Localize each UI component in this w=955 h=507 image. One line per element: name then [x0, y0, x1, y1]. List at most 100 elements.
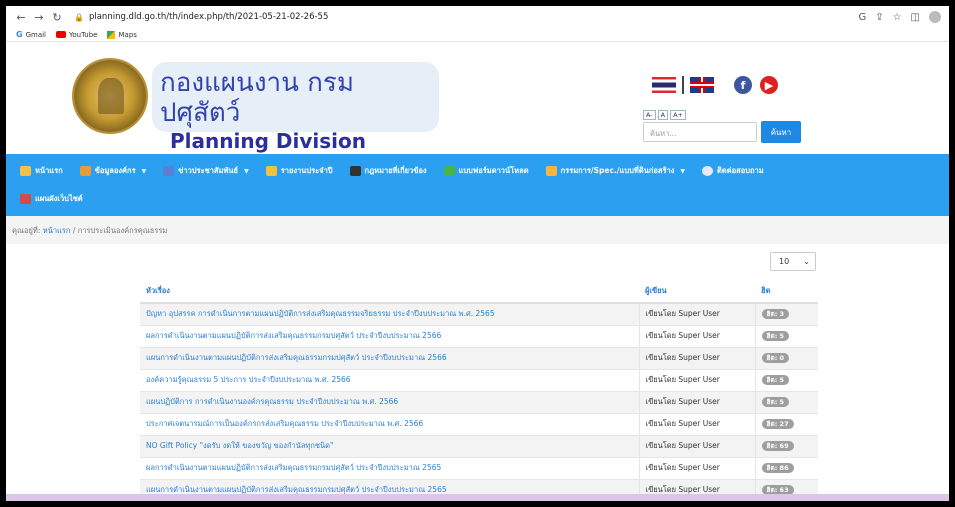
language-switcher: f ▶ — [652, 76, 778, 94]
article-author: เขียนโดย Super User — [638, 368, 755, 391]
header-author[interactable]: ผู้เขียน — [639, 280, 755, 304]
table-row: NO Gift Policy "งดรับ งดให้ ของขวัญ ของก… — [140, 434, 818, 457]
download-icon — [443, 166, 455, 176]
search-input[interactable]: ค้นหา... — [643, 122, 757, 142]
table-row: ปัญหา อุปสรรค การดำเนินการตามแผนปฏิบัติก… — [140, 302, 818, 325]
chevron-down-icon: ▼ — [141, 167, 147, 175]
article-title-cell: แผนปฏิบัติการ การดำเนินงานองค์กรคุณธรรม … — [140, 390, 639, 413]
nav-item-organization[interactable]: ข้อมูลองค์กร ▼ — [79, 165, 147, 177]
table-row: แผนการดำเนินงานตามแผนปฏิบัติการส่งเสริมค… — [140, 346, 818, 369]
site-header: กองแผนงาน กรมปศุสัตว์ Planning Division … — [6, 42, 949, 154]
article-author: เขียนโดย Super User — [638, 434, 755, 457]
profile-avatar[interactable] — [929, 11, 941, 23]
article-author: เขียนโดย Super User — [638, 456, 755, 479]
article-title-link[interactable]: แผนการดำเนินงานตามแผนปฏิบัติการส่งเสริมค… — [146, 485, 447, 494]
article-title-cell: NO Gift Policy "งดรับ งดให้ ของขวัญ ของก… — [140, 434, 639, 457]
bookmarks-bar: G Gmail YouTube Maps — [6, 28, 949, 42]
reload-icon[interactable]: ↻ — [50, 11, 64, 24]
department-seal-logo[interactable] — [72, 58, 148, 134]
sidepanel-icon[interactable]: ◫ — [911, 12, 920, 23]
per-page-value: 10 — [779, 257, 790, 266]
law-icon — [349, 166, 361, 176]
article-hits-cell: ฮิต: 5 — [754, 390, 818, 413]
table-row: ประกาศเจตนารมณ์การเป็นองค์กรกรส่งเสริมคุ… — [140, 412, 818, 435]
per-page-select[interactable]: 10 ⌄ — [770, 252, 816, 271]
star-icon[interactable]: ☆ — [893, 12, 902, 23]
article-title-cell: แผนการดำเนินงานตามแผนปฏิบัติการส่งเสริมค… — [140, 346, 639, 369]
nav-item-download-forms[interactable]: แบบฟอร์มดาวน์โหลด — [443, 165, 529, 177]
article-title-link[interactable]: ประกาศเจตนารมณ์การเป็นองค์กรกรส่งเสริมคุ… — [146, 419, 423, 428]
nav-item-sitemap[interactable]: แผนผังเว็บไซต์ — [20, 193, 83, 205]
font-increase-button[interactable]: A+ — [670, 110, 687, 120]
sitemap-icon — [20, 194, 31, 204]
font-decrease-button[interactable]: A- — [643, 110, 656, 120]
site-title-th: กองแผนงาน กรมปศุสัตว์ — [160, 68, 354, 128]
report-icon — [265, 166, 277, 176]
main-navigation: หน้าแรก ข้อมูลองค์กร ▼ ข่าวประชาสัมพันธ์ ▼… — [6, 154, 949, 216]
article-title-cell: ผลการดำเนินงานตามแผนปฏิบัติการส่งเสริมคุ… — [140, 456, 639, 479]
nav-item-home[interactable]: หน้าแรก — [20, 165, 63, 177]
home-icon — [20, 166, 31, 176]
table-row: แผนปฏิบัติการ การดำเนินงานองค์กรคุณธรรม … — [140, 390, 818, 413]
nav-item-committee-spec[interactable]: กรรมการ/Spec./แบบที่ดินก่อสร้าง ▼ — [545, 165, 685, 177]
back-icon[interactable]: ← — [14, 11, 28, 24]
hits-badge: ฮิต: 69 — [761, 441, 794, 451]
article-hits-cell: ฮิต: 0 — [754, 346, 818, 369]
article-title-link[interactable]: NO Gift Policy "งดรับ งดให้ ของขวัญ ของก… — [146, 441, 333, 450]
article-author: เขียนโดย Super User — [638, 324, 755, 347]
url-field[interactable]: 🔒 planning.dld.go.th/th/index.php/th/202… — [74, 12, 328, 22]
article-title-cell: ปัญหา อุปสรรค การดำเนินการตามแผนปฏิบัติก… — [140, 302, 639, 325]
thai-flag-icon[interactable] — [652, 77, 676, 93]
breadcrumb-separator: / — [72, 226, 76, 235]
article-hits-cell: ฮิต: 5 — [754, 368, 818, 391]
article-table: หัวเรื่อง ผู้เขียน ฮิต ปัญหา อุปสรรค การ… — [140, 280, 818, 501]
building-icon — [545, 166, 557, 176]
article-hits-cell: ฮิต: 27 — [754, 412, 818, 435]
font-size-controls: A- A A+ — [643, 110, 687, 120]
article-title-link[interactable]: ผลการดำเนินงานตามแผนปฏิบัติการส่งเสริมคุ… — [146, 463, 441, 472]
nav-item-laws[interactable]: กฎหมายที่เกี่ยวข้อง — [349, 165, 427, 177]
article-list: 10 ⌄ หัวเรื่อง ผู้เขียน ฮิต ปัญหา อุปสรร… — [6, 244, 949, 501]
people-icon — [79, 166, 91, 176]
divider — [682, 76, 684, 94]
article-title-link[interactable]: แผนปฏิบัติการ การดำเนินงานองค์กรคุณธรรม … — [146, 397, 398, 406]
page-footer-strip — [6, 494, 949, 501]
browser-window: ← → ↻ 🔒 planning.dld.go.th/th/index.php/… — [6, 6, 949, 501]
article-hits-cell: ฮิต: 3 — [754, 302, 818, 325]
address-bar: ← → ↻ 🔒 planning.dld.go.th/th/index.php/… — [6, 6, 949, 28]
header-title[interactable]: หัวเรื่อง — [140, 280, 639, 304]
nav-item-contact[interactable]: ติดต่อสอบถาม — [702, 165, 764, 177]
search-button[interactable]: ค้นหา — [761, 121, 801, 143]
hits-badge: ฮิต: 0 — [761, 353, 790, 363]
forward-icon[interactable]: → — [32, 11, 46, 24]
uk-flag-icon[interactable] — [690, 77, 714, 93]
nav-item-annual-report[interactable]: รายงานประจำปี — [265, 165, 333, 177]
youtube-icon[interactable]: ▶ — [760, 76, 778, 94]
breadcrumb-home-link[interactable]: หน้าแรก — [43, 226, 71, 235]
hits-badge: ฮิต: 86 — [761, 463, 794, 473]
article-author: เขียนโดย Super User — [638, 346, 755, 369]
google-icon[interactable]: G — [858, 12, 866, 23]
article-author: เขียนโดย Super User — [638, 302, 755, 325]
breadcrumb: คุณอยู่ที่: หน้าแรก / การประเมินองค์กรคุ… — [6, 216, 949, 244]
article-title-link[interactable]: แผนการดำเนินงานตามแผนปฏิบัติการส่งเสริมค… — [146, 353, 447, 362]
hits-badge: ฮิต: 27 — [761, 419, 794, 429]
bookmark-youtube[interactable]: YouTube — [56, 31, 97, 39]
site-title[interactable]: กองแผนงาน กรมปศุสัตว์ Planning Division — [152, 62, 439, 153]
chevron-down-icon: ⌄ — [803, 257, 810, 266]
share-icon[interactable]: ⇪ — [875, 12, 883, 23]
facebook-icon[interactable]: f — [734, 76, 752, 94]
article-title-link[interactable]: องค์ความรู้คุณธรรม 5 ประการ ประจำปีงบประ… — [146, 375, 351, 384]
header-hits[interactable]: ฮิต — [755, 280, 818, 304]
font-reset-button[interactable]: A — [657, 110, 669, 120]
article-title-link[interactable]: ปัญหา อุปสรรค การดำเนินการตามแผนปฏิบัติก… — [146, 309, 495, 318]
nav-item-news[interactable]: ข่าวประชาสัมพันธ์ ▼ — [163, 165, 249, 177]
bookmark-maps[interactable]: Maps — [107, 30, 137, 39]
article-author: เขียนโดย Super User — [638, 390, 755, 413]
article-title-link[interactable]: ผลการดำเนินงานตามแผนปฏิบัติการส่งเสริมคุ… — [146, 331, 441, 340]
youtube-icon — [56, 31, 67, 38]
bookmark-gmail[interactable]: G Gmail — [16, 30, 46, 39]
article-title-cell: ประกาศเจตนารมณ์การเป็นองค์กรกรส่งเสริมคุ… — [140, 412, 639, 435]
article-hits-cell: ฮิต: 69 — [754, 434, 818, 457]
article-hits-cell: ฮิต: 5 — [754, 324, 818, 347]
